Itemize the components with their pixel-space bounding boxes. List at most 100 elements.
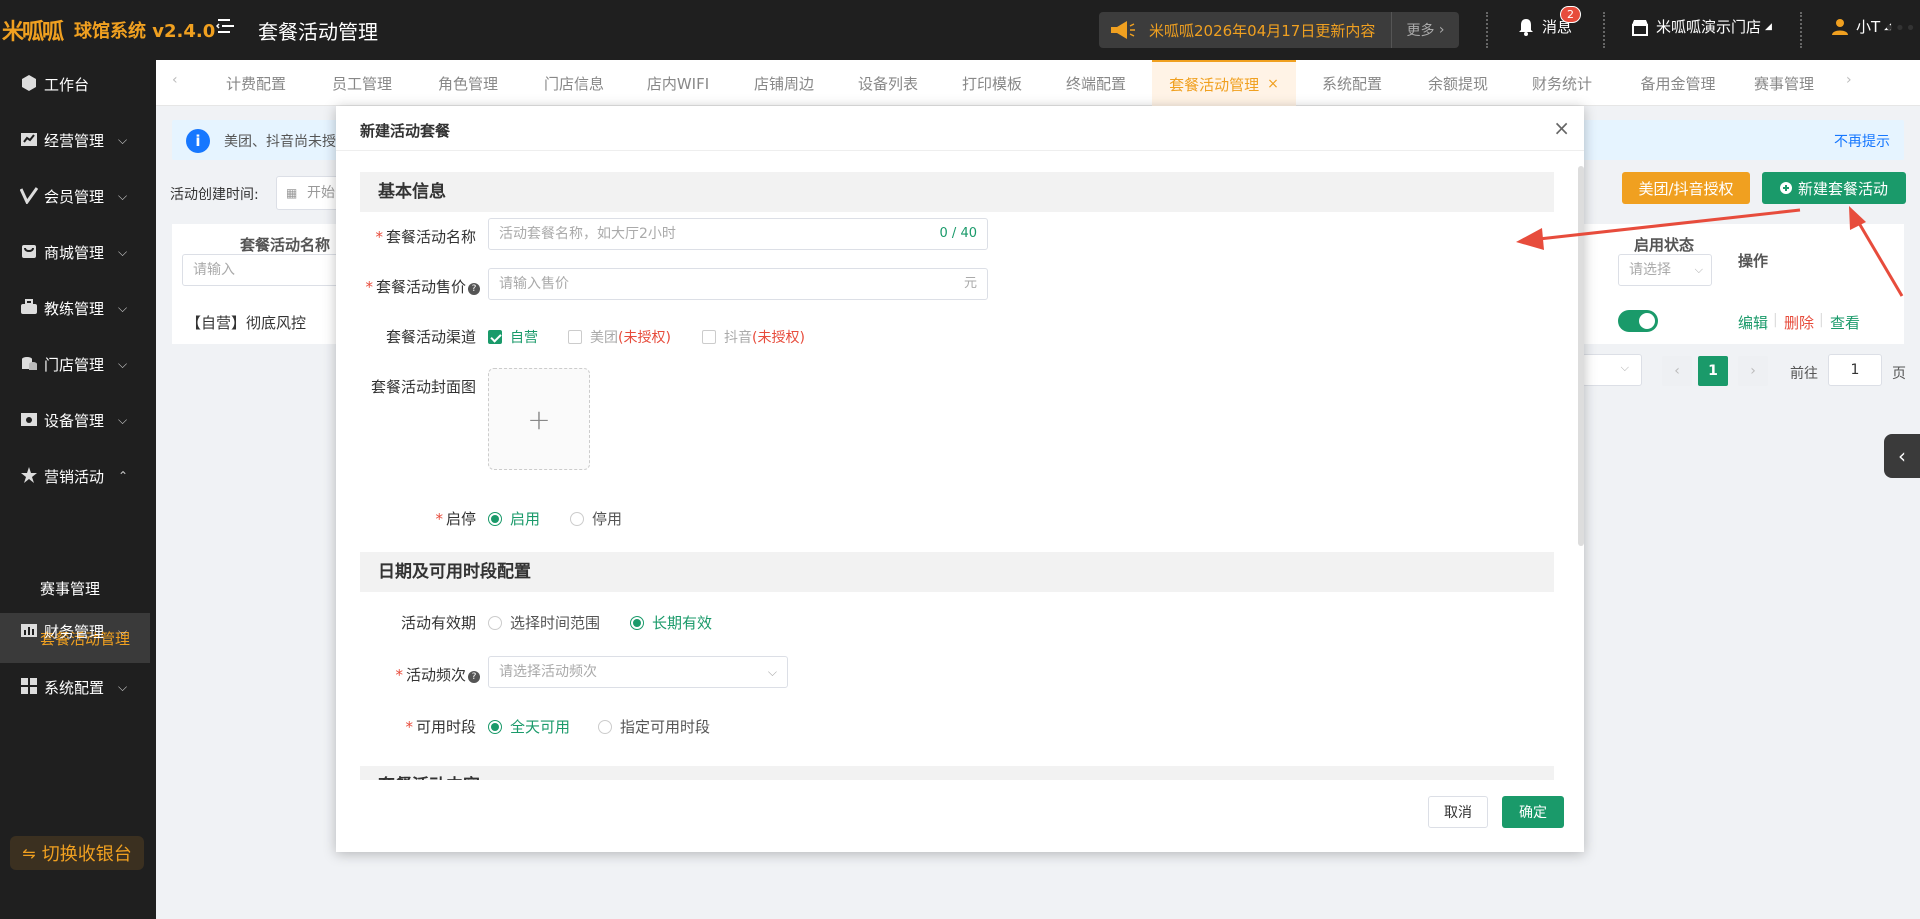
channel-self-checkbox[interactable]: 自营 xyxy=(488,327,538,347)
next-page-button[interactable]: › xyxy=(1738,356,1768,386)
info-icon: i xyxy=(186,129,210,153)
messages-badge: 2 xyxy=(1560,6,1581,23)
radio-unselected xyxy=(598,719,612,734)
tab-withdraw[interactable]: 余额提现 xyxy=(1406,60,1510,106)
megaphone-icon xyxy=(1109,19,1137,41)
sidebar-item-workbench[interactable]: 工作台 xyxy=(0,62,156,106)
sidebar-item-mall[interactable]: 商城管理 ⌵ xyxy=(0,230,156,274)
sidebar-item-settings[interactable]: 系统配置 ⌵ xyxy=(0,665,156,709)
cancel-button[interactable]: 取消 xyxy=(1428,796,1488,828)
edit-link[interactable]: 编辑 xyxy=(1738,312,1768,333)
tab-store-info[interactable]: 门店信息 xyxy=(522,60,626,106)
status-filter-select[interactable]: 请选择 ⌵ xyxy=(1618,254,1712,286)
package-name-input[interactable]: 活动套餐名称，如大厅2小时 0 / 40 xyxy=(488,218,988,250)
cover-label: 套餐活动封面图 xyxy=(370,378,476,396)
tab-billing[interactable]: 计费配置 xyxy=(204,60,308,106)
validity-label: 活动有效期 xyxy=(400,614,476,632)
tab-terminal[interactable]: 终端配置 xyxy=(1044,60,1148,106)
sidebar-item-operations[interactable]: 经营管理 ⌵ xyxy=(0,118,156,162)
tabs-prev-icon[interactable]: ‹ xyxy=(172,72,178,88)
cover-upload[interactable]: + xyxy=(488,368,590,470)
help-icon[interactable]: ? xyxy=(468,283,480,295)
price-unit: 元 xyxy=(963,276,977,291)
close-icon[interactable]: × xyxy=(1553,116,1570,140)
sidebar-item-finance[interactable]: 财务管理 ⌵ xyxy=(0,609,156,653)
store-switcher[interactable]: 米呱呱演示门店 ◢ xyxy=(1630,16,1772,37)
tabs-next-icon[interactable]: › xyxy=(1846,72,1852,88)
view-link[interactable]: 查看 xyxy=(1830,312,1860,333)
period-custom-radio[interactable]: 指定可用时段 xyxy=(598,716,710,737)
tab-system[interactable]: 系统配置 xyxy=(1300,60,1404,106)
notice-text: 米呱呱2026年04月17日更新内容 xyxy=(1149,21,1376,40)
tab-roles[interactable]: 角色管理 xyxy=(416,60,520,106)
chevron-down-icon: ⌵ xyxy=(118,623,128,638)
notice-more-button[interactable]: 更多 › xyxy=(1391,12,1459,48)
tab-nearby[interactable]: 店铺周边 xyxy=(732,60,836,106)
tab-device-list[interactable]: 设备列表 xyxy=(836,60,940,106)
confirm-button[interactable]: 确定 xyxy=(1502,796,1564,828)
tab-finance-stats[interactable]: 财务统计 xyxy=(1510,60,1614,106)
grid-icon xyxy=(20,677,40,697)
sidebar-item-devices[interactable]: 设备管理 ⌵ xyxy=(0,398,156,442)
dismiss-tip-link[interactable]: 不再提示 xyxy=(1834,131,1890,151)
bell-icon xyxy=(1516,17,1536,37)
collapse-panel-button[interactable]: ‹ xyxy=(1884,434,1920,478)
channel-meituan-checkbox[interactable]: 美团 (未授权) xyxy=(568,327,671,347)
switch-cashier-label: 切换收银台 xyxy=(41,844,132,865)
validity-long-radio[interactable]: 长期有效 xyxy=(630,612,712,633)
tab-label: 店铺周边 xyxy=(753,74,814,93)
more-icon[interactable]: ••• xyxy=(1884,18,1916,39)
name-filter-input[interactable]: 请输入 xyxy=(182,254,342,286)
tab-label: 员工管理 xyxy=(331,74,392,93)
delete-link[interactable]: 删除 xyxy=(1784,312,1814,333)
sidebar-subitem-events[interactable]: 赛事管理 xyxy=(0,563,150,613)
tab-staff[interactable]: 员工管理 xyxy=(310,60,414,106)
auth-button-label: 美团/抖音授权 xyxy=(1638,179,1734,198)
channel-douyin-checkbox[interactable]: 抖音 (未授权) xyxy=(702,327,805,347)
coach-icon xyxy=(20,298,40,318)
channel-douyin-label: 抖音 xyxy=(724,330,752,346)
price-input[interactable]: 请输入售价 元 xyxy=(488,268,988,300)
frequency-select[interactable]: 请选择活动频次 ⌵ xyxy=(488,656,788,688)
sidebar-item-stores[interactable]: 门店管理 ⌵ xyxy=(0,342,156,386)
prev-page-button[interactable]: ‹ xyxy=(1662,356,1692,386)
cube-icon xyxy=(20,74,40,94)
coins-icon xyxy=(20,354,40,374)
tab-events[interactable]: 赛事管理 xyxy=(1732,60,1836,106)
sidebar-item-coaches[interactable]: 教练管理 ⌵ xyxy=(0,286,156,330)
tab-reserve-fund[interactable]: 备用金管理 xyxy=(1620,60,1736,106)
validity-range-radio[interactable]: 选择时间范围 xyxy=(488,612,600,633)
status-toggle[interactable] xyxy=(1618,310,1658,332)
column-header-ops: 操作 xyxy=(1738,252,1769,270)
switch-cashier-button[interactable]: ⇋ 切换收银台 xyxy=(10,836,144,870)
checkbox-unchecked xyxy=(702,330,716,344)
new-package-button[interactable]: 新建套餐活动 xyxy=(1762,172,1906,204)
user-menu[interactable]: 小T ◢ xyxy=(1830,16,1891,37)
tab-wifi[interactable]: 店内WIFI xyxy=(626,60,730,106)
tab-print-template[interactable]: 打印模板 xyxy=(940,60,1044,106)
status-enable-radio[interactable]: 启用 xyxy=(488,508,540,529)
update-notice[interactable]: 米呱呱2026年04月17日更新内容 更多 › xyxy=(1099,12,1459,48)
validity-long-label: 长期有效 xyxy=(652,614,713,632)
help-icon[interactable]: ? xyxy=(468,671,480,683)
sidebar-item-marketing[interactable]: 营销活动 ⌃ xyxy=(0,454,156,498)
sidebar-item-members[interactable]: 会员管理 ⌵ xyxy=(0,174,156,218)
page-size-select[interactable]: ⌵ xyxy=(1582,354,1642,386)
menu-toggle-icon[interactable] xyxy=(215,16,238,38)
status-disable-radio[interactable]: 停用 xyxy=(570,508,622,529)
period-all-radio[interactable]: 全天可用 xyxy=(488,716,570,737)
page-1-button[interactable]: 1 xyxy=(1698,356,1728,386)
scrollbar[interactable] xyxy=(1578,166,1584,546)
tab-package-activities[interactable]: 套餐活动管理 × xyxy=(1152,60,1296,106)
close-icon[interactable]: × xyxy=(1267,76,1279,92)
chevron-down-icon: ⌵ xyxy=(118,132,128,147)
meituan-douyin-auth-button[interactable]: 美团/抖音授权 xyxy=(1622,172,1750,204)
goto-page-input[interactable]: 1 xyxy=(1828,354,1882,386)
period-all-label: 全天可用 xyxy=(510,718,571,736)
top-bar: 米呱呱 球馆系统 v2.4.0 套餐活动管理 米呱呱2026年04月17日更新内… xyxy=(0,0,1920,60)
name-label-text: 套餐活动名称 xyxy=(385,228,476,246)
sidebar-item-label: 工作台 xyxy=(44,75,90,94)
toggle-label: * 启停 xyxy=(435,510,476,528)
confirm-label: 确定 xyxy=(1519,805,1547,821)
sidebar-item-label: 经营管理 xyxy=(44,131,105,150)
